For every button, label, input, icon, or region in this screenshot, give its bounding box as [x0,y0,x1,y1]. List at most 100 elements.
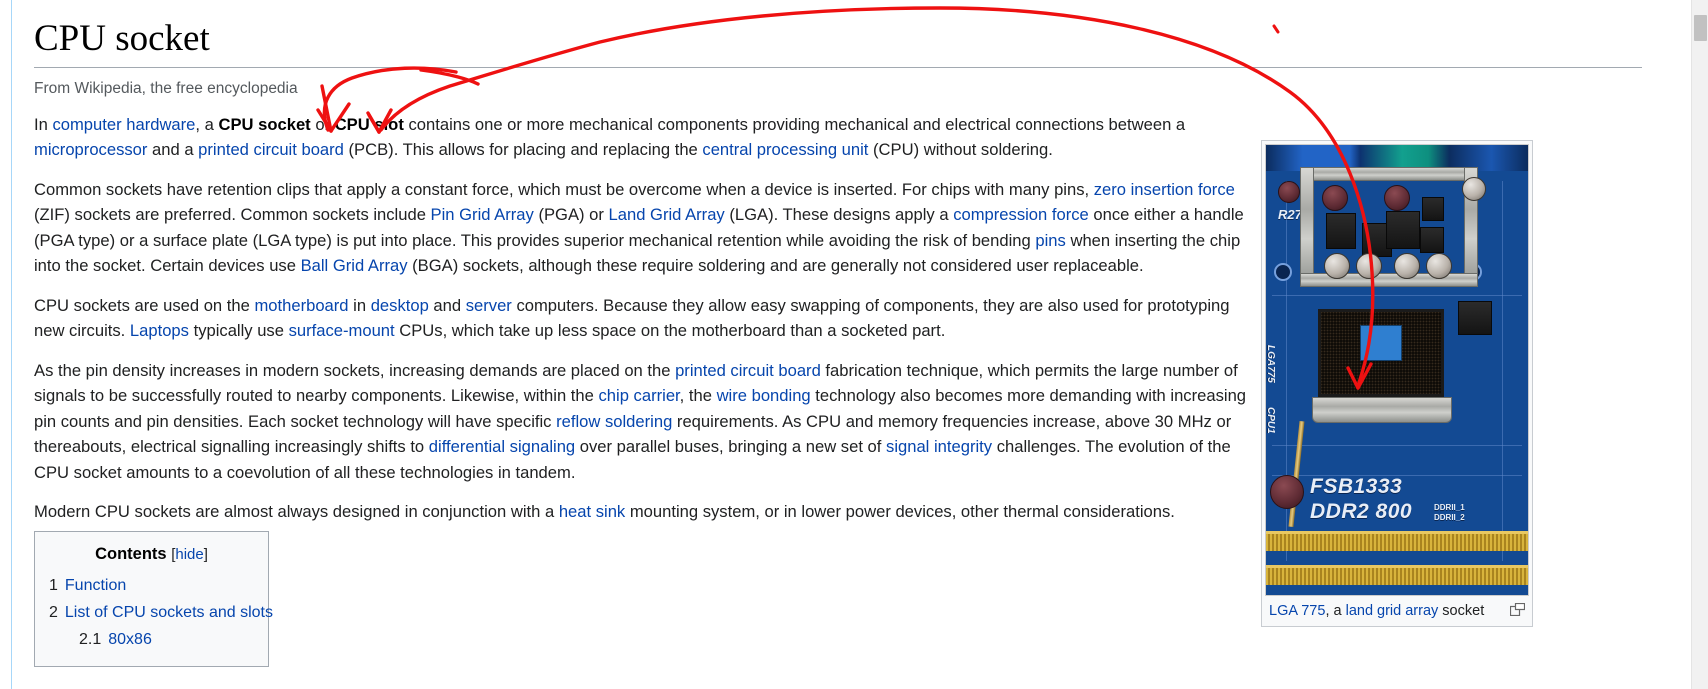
socket-load-plate-left [1300,167,1314,287]
page-title: CPU socket [34,18,1644,68]
toc-item-function[interactable]: 1 Function [49,573,254,598]
text-fragment: (PGA) or [533,205,609,225]
text-fragment: over parallel buses, bringing a new set … [575,437,887,457]
link-signal-integrity[interactable]: signal integrity [886,437,992,456]
socket-center-die-area [1360,325,1402,361]
link-server[interactable]: server [466,296,512,315]
mosfet [1326,213,1356,249]
text-fragment: (ZIF) sockets are preferred. Common sock… [34,205,431,225]
text-fragment: , a [195,114,219,134]
thumbnail-figure: R27 LGA775 CPU1 FSB1333 DDR2 800 DDRII_1… [1261,140,1533,627]
mosfet [1420,227,1444,253]
enlarge-icon[interactable] [1510,603,1525,616]
silkscreen-ddr: DDR2 800 [1310,500,1413,523]
paragraph-3: CPU sockets are used on the motherboard … [34,293,1259,344]
text-fragment: in [348,295,371,315]
bold-cpu-socket: CPU socket [218,114,311,134]
toc-title-label: Contents [95,545,167,563]
paragraph-2: Common sockets have retention clips that… [34,177,1259,279]
text-fragment: , the [679,386,717,406]
toc-item-80x86[interactable]: 2.1 80x86 [49,627,254,652]
link-land-grid-array-caption[interactable]: land grid array [1346,603,1439,619]
toc-text[interactable]: Function [65,577,126,594]
link-reflow-soldering[interactable]: reflow soldering [556,412,672,431]
toc-hide-link[interactable]: hide [175,546,203,563]
link-compression-force[interactable]: compression force [953,205,1089,224]
link-heat-sink[interactable]: heat sink [559,502,625,521]
link-printed-circuit-board-2[interactable]: printed circuit board [675,361,821,380]
electrolytic-capacitor [1384,185,1410,211]
text-fragment: and [428,295,466,315]
link-desktop[interactable]: desktop [371,296,429,315]
toc-text[interactable]: 80x86 [108,631,152,648]
paragraph-5: Modern CPU sockets are almost always des… [34,499,1259,525]
bold-cpu-slot: CPU slot [334,114,404,134]
link-chip-carrier[interactable]: chip carrier [599,386,680,405]
mosfet [1422,197,1444,221]
silkscreen-cpu1: CPU1 [1265,407,1276,434]
electrolytic-capacitor [1270,475,1304,509]
silkscreen-lga775: LGA775 [1265,345,1276,383]
text-fragment: (LGA). These designs apply a [724,205,954,225]
site-subtitle: From Wikipedia, the free encyclopedia [34,79,298,97]
toc-text[interactable]: List of CPU sockets and slots [65,604,273,621]
link-surface-mount[interactable]: surface-mount [289,321,395,340]
solid-capacitor [1462,177,1486,201]
text-fragment: CPUs, which take up less space on the mo… [394,321,946,341]
toc-number: 1 [49,577,58,594]
pcb-trace [1272,445,1522,446]
paragraph-4: As the pin density increases in modern s… [34,358,1259,486]
link-land-grid-array[interactable]: Land Grid Array [609,205,725,224]
text-fragment: Modern CPU sockets are almost always des… [34,502,559,522]
text-fragment: or [310,114,335,134]
text-fragment: Common sockets have retention clips that… [34,179,1094,199]
text-fragment: contains one or more mechanical componen… [403,114,1186,134]
link-motherboard[interactable]: motherboard [254,296,348,315]
silkscreen-fsb: FSB1333 [1310,475,1403,498]
link-wire-bonding[interactable]: wire bonding [717,386,811,405]
link-laptops[interactable]: Laptops [130,321,189,340]
pcb-trace [1502,181,1503,561]
electrolytic-capacitor [1278,181,1300,203]
solid-capacitor [1324,253,1350,279]
table-of-contents: Contents [hide] 1 Function 2 List of CPU s… [34,531,273,667]
link-central-processing-unit[interactable]: central processing unit [702,140,868,159]
solid-capacitor [1426,253,1452,279]
article-body: In computer hardware, a CPU socket or CP… [34,112,1259,525]
mosfet [1386,211,1420,249]
link-differential-signaling[interactable]: differential signaling [429,437,575,456]
text-fragment: (BGA) sockets, although these require so… [407,256,1144,276]
scrollbar-thumb[interactable] [1694,15,1707,41]
dimm-slot [1266,565,1528,585]
socket-load-plate-bottom [1300,273,1478,287]
link-pin-grid-array[interactable]: Pin Grid Array [431,205,534,224]
text-fragment: (CPU) without soldering. [868,140,1053,160]
solid-capacitor [1356,253,1382,279]
silkscreen-r27: R27 [1278,207,1302,222]
mounting-hole [1274,263,1292,281]
link-printed-circuit-board[interactable]: printed circuit board [198,140,344,159]
toc-toggle[interactable]: [hide] [171,546,208,563]
text-fragment: typically use [188,321,289,341]
silkscreen-dimm2: DDRII_2 [1434,513,1465,522]
vertical-scrollbar[interactable] [1691,0,1708,689]
text-fragment: As the pin density increases in modern s… [34,360,676,380]
link-pins[interactable]: pins [1035,231,1065,250]
caption-text: socket [1438,603,1485,619]
pcb-trace [1272,295,1522,296]
bracket-close: ] [203,546,208,563]
text-fragment: (PCB). This allows for placing and repla… [343,140,703,160]
link-microprocessor[interactable]: microprocessor [34,140,147,159]
paragraph-1: In computer hardware, a CPU socket or CP… [34,112,1259,163]
link-ball-grid-array[interactable]: Ball Grid Array [301,256,408,275]
link-lga-775[interactable]: LGA 775 [1269,603,1325,619]
text-fragment: mounting system, or in lower power devic… [625,502,1175,522]
link-computer-hardware[interactable]: computer hardware [52,115,195,134]
motherboard-photo[interactable]: R27 LGA775 CPU1 FSB1333 DDR2 800 DDRII_1… [1265,144,1529,596]
dimm-slot [1266,531,1528,551]
thumbnail-caption: LGA 775, a land grid array socket [1265,596,1529,623]
socket-retention-base [1312,397,1452,423]
link-zero-insertion-force[interactable]: zero insertion force [1094,180,1235,199]
text-fragment: and a [147,140,199,160]
toc-item-list-of-cpu-sockets[interactable]: 2 List of CPU sockets and slots [49,600,273,625]
